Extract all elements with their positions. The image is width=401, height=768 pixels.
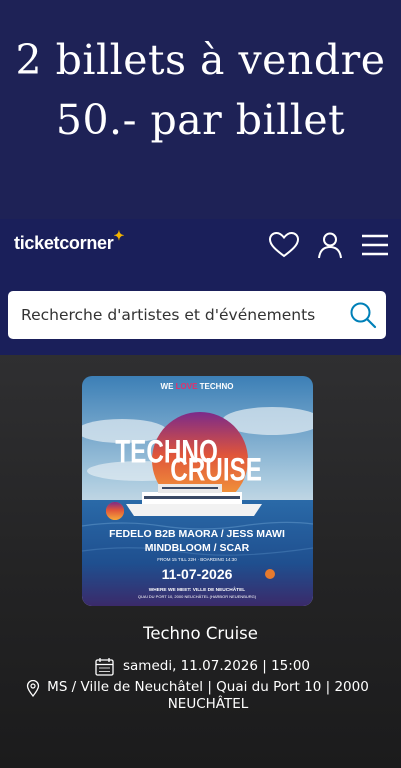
event-venue-row: MS / Ville de Neuchâtel | Quai du Port 1… (26, 679, 376, 713)
logo-text: ticketcorner (14, 233, 114, 253)
poster-tag-love: LOVE (176, 382, 198, 391)
app-header: ticketcorner✦ (0, 219, 401, 355)
ticketcorner-logo[interactable]: ticketcorner✦ (14, 228, 124, 254)
overlay-line-price: 50.- par billet (55, 96, 346, 144)
poster-title-cruise: CRUISE (170, 452, 262, 488)
location-pin-icon (26, 680, 40, 697)
event-title[interactable]: Techno Cruise (0, 624, 401, 643)
event-poster[interactable]: WE LOVE TECHNO TECHNO CRUISE FEDELO B2B … (82, 376, 313, 606)
search-icon[interactable] (348, 300, 378, 330)
poster-image: WE LOVE TECHNO TECHNO CRUISE FEDELO B2B … (82, 376, 313, 606)
logo-star-icon: ✦ (113, 228, 125, 243)
heart-icon[interactable] (268, 231, 300, 259)
search-bar (8, 291, 386, 339)
poster-lineup-2: MINDBLOOM / SCAR (145, 542, 250, 554)
poster-meet: WHERE WE MEET: VILLE DE NEUCHÂTEL (149, 586, 246, 593)
search-input[interactable] (8, 291, 338, 339)
poster-tag-techno: TECHNO (200, 382, 234, 391)
poster-times: FROM 15 TILL 22H · BOARDING 14:30 (157, 557, 237, 562)
event-datetime: samedi, 11.07.2026 | 15:00 (123, 658, 310, 674)
poster-address: QUAI DU PORT 10, 2000 NEUCHÂTEL (HARBOR … (138, 594, 257, 599)
poster-lineup-1: FEDELO B2B MAORA / JESS MAWI (109, 528, 285, 540)
event-card: WE LOVE TECHNO TECHNO CRUISE FEDELO B2B … (0, 355, 401, 768)
calendar-icon (95, 657, 114, 676)
overlay-line-tickets: 2 billets à vendre (15, 36, 386, 84)
poster-tag-we: WE (161, 382, 175, 391)
poster-date: 11-07-2026 (162, 566, 233, 582)
event-venue[interactable]: MS / Ville de Neuchâtel | Quai du Port 1… (26, 679, 376, 713)
event-date-row: samedi, 11.07.2026 | 15:00 (95, 655, 310, 677)
hamburger-menu-icon[interactable] (360, 231, 390, 259)
svg-text:WE LOVE TECHNO: WE LOVE TECHNO (161, 382, 234, 391)
user-icon[interactable] (316, 231, 344, 259)
